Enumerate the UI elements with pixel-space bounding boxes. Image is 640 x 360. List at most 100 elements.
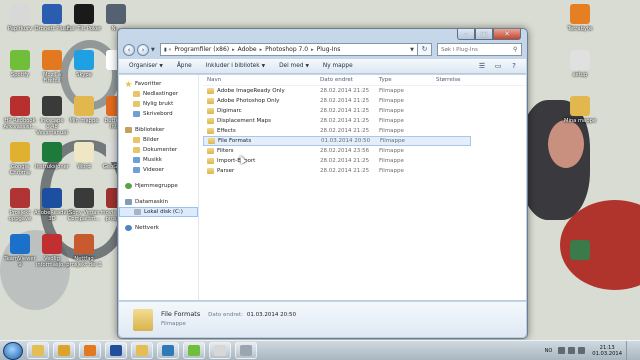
chevron-right-icon[interactable]: ▸: [311, 47, 314, 53]
nav-documents[interactable]: Dokumenter: [119, 145, 198, 155]
taskbar-app-app[interactable]: [209, 342, 231, 359]
column-size-header[interactable]: Størrelse: [436, 77, 486, 83]
file-row[interactable]: Digimarc 28.02.2014 21:25 Filmappe: [203, 106, 526, 116]
desktop-icon[interactable]: [562, 240, 598, 262]
documents-icon: [133, 147, 140, 153]
nav-pictures[interactable]: Bilder: [119, 135, 198, 145]
desktop-icon[interactable]: Instruksjoner: [34, 142, 70, 170]
file-row[interactable]: Displacement Maps 28.02.2014 21:25 Filmapp…: [203, 116, 526, 126]
tray-arrow-icon[interactable]: [558, 347, 566, 354]
preview-pane-icon[interactable]: ▭: [492, 61, 504, 71]
desktop-icon[interactable]: setup: [562, 50, 598, 78]
file-row[interactable]: Effects 28.02.2014 21:25 Filmappe: [203, 126, 526, 136]
taskbar-app-spotify[interactable]: [183, 342, 205, 359]
desktop-icon[interactable]: Sony Vegas Compartm...: [66, 188, 102, 222]
column-date-header[interactable]: Dato endret: [320, 77, 379, 83]
nav-favorites[interactable]: Favoritter: [119, 79, 198, 89]
include-label: Inkluder i bibliotek: [205, 63, 260, 69]
nav-homegroup[interactable]: Hjemmegruppe: [119, 181, 198, 191]
desktop-icon[interactable]: Orbnett Pluss: [34, 4, 70, 32]
desktop-icon[interactable]: AdobeReaderXI 3D: [34, 188, 74, 222]
search-box[interactable]: ⚲: [437, 43, 522, 56]
close-button[interactable]: ✕: [493, 29, 521, 40]
breadcrumb-item[interactable]: Adobe: [238, 46, 257, 53]
nav-local-disk[interactable]: Lokal disk (C:): [119, 207, 198, 217]
file-row[interactable]: File Formats 01.03.2014 20:50 Filmappe: [203, 136, 471, 146]
clock[interactable]: 21:13 01.03.2014: [592, 345, 622, 357]
app-icon: [42, 96, 62, 116]
nav-network[interactable]: Nettverk: [119, 223, 198, 233]
include-library-menu[interactable]: Inkluder i bibliotek ▼: [206, 63, 265, 69]
file-row[interactable]: Filters 28.02.2014 23:56 Filmappe: [203, 146, 526, 156]
desktop-icon[interactable]: Mina mappe: [562, 96, 598, 124]
file-row[interactable]: Adobe ImageReady Only 28.02.2014 21:25 Fil…: [203, 86, 526, 96]
desktop-icon[interactable]: Min mappe: [66, 96, 102, 124]
nav-label: Bilder: [143, 137, 159, 143]
address-bar[interactable]: ▮ « Programfiler (x86) ▸ Adobe ▸ Photosh…: [160, 43, 418, 56]
desktop-icon[interactable]: Papirkurv: [2, 4, 38, 32]
explorer-window[interactable]: – □ ✕ ‹ › ▼ ▮ « Programfiler (x86) ▸ Ado…: [117, 28, 528, 339]
desktop-icon[interactable]: Google Chrome: [2, 142, 38, 176]
language-indicator[interactable]: NO: [545, 348, 553, 354]
desktop-icon[interactable]: Mozilla Firefox: [34, 50, 70, 84]
file-date: 01.03.2014 20:50: [321, 138, 371, 144]
taskbar-app-folder[interactable]: [131, 342, 153, 359]
history-dropdown-icon[interactable]: ▼: [151, 47, 157, 53]
nav-desktop[interactable]: Skrivebord: [119, 109, 198, 119]
desktop-icon-label: Vedlig informasjo...: [35, 256, 69, 268]
file-row[interactable]: Import-Export 28.02.2014 21:25 Filmappe: [203, 156, 526, 166]
search-input[interactable]: [441, 46, 511, 53]
chevron-right-icon[interactable]: ▸: [232, 47, 235, 53]
forward-button[interactable]: ›: [137, 43, 149, 56]
view-options-icon[interactable]: ☰: [476, 61, 488, 71]
desktop-icon[interactable]: TeamViewer 9: [2, 234, 38, 268]
share-menu[interactable]: Del med ▼: [279, 63, 309, 69]
taskbar-app-word[interactable]: [105, 342, 127, 359]
network-icon[interactable]: [568, 347, 576, 354]
file-row[interactable]: Adobe Photoshop Only 28.02.2014 21:25 Film…: [203, 96, 526, 106]
new-folder-button[interactable]: Ny mappe: [323, 63, 353, 69]
taskbar-app-media[interactable]: [157, 342, 179, 359]
nav-downloads[interactable]: Nedlastinger: [119, 89, 198, 99]
desktop-icon[interactable]: Vedlig informasjo...: [34, 234, 70, 268]
file-row[interactable]: Parser 28.02.2014 21:25 Filmappe: [203, 166, 526, 176]
desktop-icon-label: Papirkurv: [7, 26, 33, 32]
desktop-icon[interactable]: Word: [66, 142, 102, 170]
desktop-icon[interactable]: HP Redbook Arkivassist...: [2, 96, 38, 130]
open-button[interactable]: Åpne: [177, 63, 192, 69]
back-button[interactable]: ‹: [123, 43, 135, 56]
taskbar-app-explorer[interactable]: [27, 342, 49, 359]
column-name-header[interactable]: Navn: [203, 77, 320, 83]
taskbar-app-firefox[interactable]: [79, 342, 101, 359]
desktop-icon[interactable]: Inkscape 0.48 Vevsmanual: [34, 96, 70, 136]
desktop-icon[interactable]: Skype: [66, 50, 102, 78]
start-button[interactable]: [3, 341, 23, 360]
help-icon[interactable]: ?: [508, 61, 520, 71]
nav-videos[interactable]: Videoer: [119, 165, 198, 175]
nav-libraries[interactable]: Biblioteker: [119, 125, 198, 135]
volume-icon[interactable]: [578, 347, 586, 354]
refresh-button[interactable]: ↻: [418, 43, 432, 56]
breadcrumb-item[interactable]: Photoshop 7.0: [265, 46, 308, 53]
taskbar-app-chrome[interactable]: [53, 342, 75, 359]
nav-music[interactable]: Musikk: [119, 155, 198, 165]
chevron-right-icon[interactable]: ▸: [260, 47, 263, 53]
desktop-icon[interactable]: Full Tilt Poker: [66, 4, 102, 32]
file-list-pane[interactable]: Navn Dato endret Type Størrelse Adobe Im…: [199, 75, 526, 300]
desktop-icon[interactable]: Spotify: [2, 50, 38, 78]
column-type-header[interactable]: Type: [379, 77, 436, 83]
breadcrumb-item[interactable]: Programfiler (x86): [174, 46, 229, 53]
organize-menu[interactable]: Organiser ▼: [129, 63, 163, 69]
desktop-icon[interactable]: Nettfag prosjekt del 1: [66, 234, 102, 268]
app-icon: [42, 234, 62, 254]
chevron-down-icon[interactable]: ▼: [410, 47, 414, 53]
breadcrumb-item[interactable]: Plug-Ins: [317, 46, 341, 53]
maximize-button[interactable]: □: [475, 29, 493, 40]
desktop-icon[interactable]: Prosjekt oppgave: [2, 188, 38, 222]
show-desktop-button[interactable]: [626, 340, 634, 360]
minimize-button[interactable]: –: [457, 29, 475, 40]
taskbar-app-app2[interactable]: [235, 342, 257, 359]
desktop-icon[interactable]: Tetrabyte: [562, 4, 598, 32]
nav-recent[interactable]: Nylig brukt: [119, 99, 198, 109]
nav-computer[interactable]: Datamaskin: [119, 197, 198, 207]
